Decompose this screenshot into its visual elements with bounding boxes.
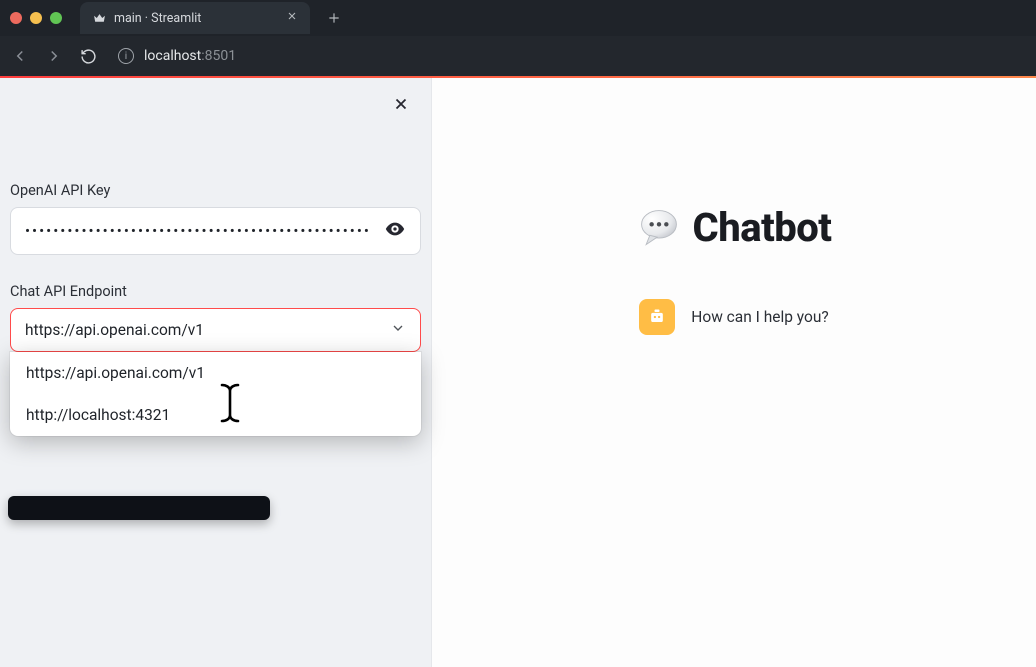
endpoint-select[interactable]: https://api.openai.com/v1 https://api.op… [10, 308, 421, 352]
reveal-password-icon[interactable] [384, 218, 406, 244]
tab-title: main · Streamlit [114, 11, 278, 26]
endpoint-option[interactable]: http://localhost:4321 [10, 394, 421, 436]
back-button[interactable] [10, 46, 30, 66]
api-key-label: OpenAI API Key [10, 182, 421, 199]
new-tab-button[interactable] [322, 6, 346, 30]
close-tab-icon[interactable] [286, 10, 298, 26]
close-window-button[interactable] [10, 12, 22, 24]
sidebar: OpenAI API Key •••••••••••••••••••••••••… [0, 78, 432, 667]
endpoint-option[interactable]: https://api.openai.com/v1 [10, 352, 421, 394]
obscured-element [8, 496, 270, 520]
chevron-down-icon [390, 320, 406, 340]
forward-button[interactable] [44, 46, 64, 66]
url-host: localhost [144, 48, 201, 64]
endpoint-select-face[interactable]: https://api.openai.com/v1 [10, 308, 421, 352]
assistant-message-row: How can I help you? [639, 299, 828, 335]
site-info-icon[interactable]: i [118, 48, 134, 64]
close-sidebar-button[interactable] [389, 92, 413, 116]
assistant-avatar-icon [639, 299, 675, 335]
browser-tab[interactable]: main · Streamlit [80, 2, 310, 34]
url-port: :8501 [201, 48, 236, 64]
endpoint-value: https://api.openai.com/v1 [25, 321, 204, 339]
tab-strip: main · Streamlit [0, 0, 1036, 36]
minimize-window-button[interactable] [30, 12, 42, 24]
api-key-input[interactable]: ••••••••••••••••••••••••••••••••••••••••… [25, 222, 384, 240]
api-key-group: OpenAI API Key •••••••••••••••••••••••••… [10, 182, 421, 255]
endpoint-group: Chat API Endpoint https://api.openai.com… [10, 283, 421, 352]
app-body: OpenAI API Key •••••••••••••••••••••••••… [0, 78, 1036, 667]
endpoint-dropdown-menu: https://api.openai.com/v1 http://localho… [10, 352, 421, 436]
browser-chrome: main · Streamlit i localhost:8501 [0, 0, 1036, 76]
main-content: Chatbot How can I help you? [432, 78, 1036, 667]
maximize-window-button[interactable] [50, 12, 62, 24]
address-bar[interactable]: i localhost:8501 [118, 48, 236, 64]
page-heading: Chatbot [637, 204, 832, 251]
api-key-input-wrap[interactable]: ••••••••••••••••••••••••••••••••••••••••… [10, 207, 421, 255]
reload-button[interactable] [78, 46, 98, 66]
speech-bubble-icon [637, 206, 681, 250]
page-title: Chatbot [693, 204, 832, 251]
assistant-message-text: How can I help you? [691, 308, 828, 326]
window-controls [10, 12, 62, 24]
browser-toolbar: i localhost:8501 [0, 36, 1036, 76]
crown-icon [92, 11, 106, 25]
endpoint-label: Chat API Endpoint [10, 283, 421, 300]
